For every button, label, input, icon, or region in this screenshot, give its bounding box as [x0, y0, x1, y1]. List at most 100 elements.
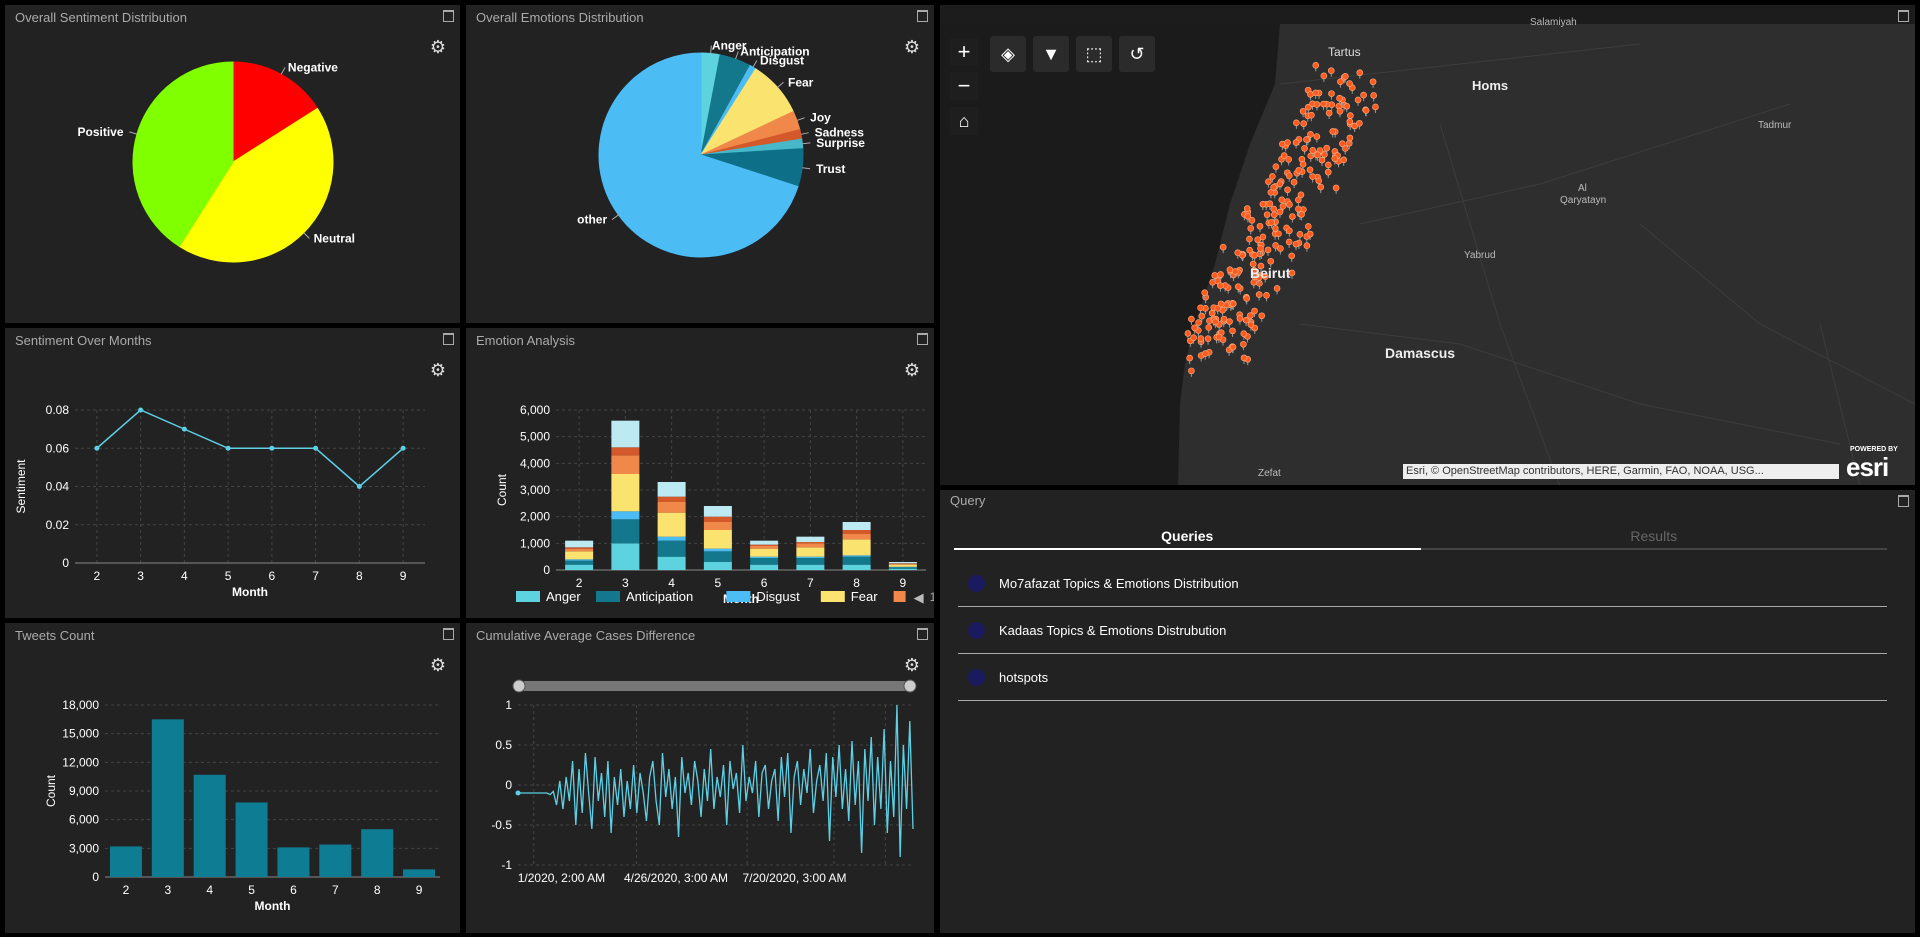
legend-label: Fear [851, 589, 878, 604]
hotspot-pin [1340, 156, 1347, 164]
x-tick-label: 8 [374, 883, 381, 897]
bar [277, 847, 310, 877]
hotspot-pin [1309, 173, 1316, 180]
bar-segment [657, 556, 686, 570]
layers-icon[interactable]: ◈ [990, 36, 1026, 72]
hotspot-pin [1372, 103, 1379, 111]
query-item[interactable]: Kadaas Topics & Emotions Distrubution [958, 607, 1887, 654]
select-icon[interactable]: ⬚ [1076, 36, 1112, 72]
home-icon[interactable]: ⌂ [950, 107, 978, 135]
hotspot-pin [1329, 128, 1337, 135]
hotspot-pin [1217, 282, 1224, 289]
query-item[interactable]: hotspots [958, 654, 1887, 701]
hotspot-pin [1248, 217, 1256, 224]
hotspot-pin [1211, 272, 1219, 279]
query-item[interactable]: Mo7afazat Topics & Emotions Distribution [958, 560, 1887, 607]
query-item-label: hotspots [999, 669, 1049, 685]
pie-label: Positive [77, 125, 123, 139]
zoom-in-icon[interactable]: + [950, 38, 978, 66]
cumulative-line-chart: -1 -0.5 0 0.5 1 1/2020, 2:00 AM 4/26/2020, 3:0… [491, 679, 917, 885]
hotspot-pin [1325, 161, 1332, 169]
legend-swatch [726, 591, 751, 602]
x-tick-label: 7 [807, 576, 814, 590]
x-tick-label: 9 [400, 569, 407, 583]
hotspot-pin [1205, 324, 1213, 331]
tab-queries[interactable]: Queries [954, 528, 1421, 550]
bar-segment [750, 548, 779, 557]
hotspot-pin [1257, 245, 1264, 252]
x-tick-label: 2 [94, 569, 101, 583]
maximize-icon[interactable] [1898, 495, 1909, 507]
pie-label-line [611, 214, 619, 221]
bar-segment [565, 540, 594, 548]
maximize-icon[interactable] [1898, 10, 1909, 22]
hotspot-pin [1276, 208, 1284, 216]
sentiment-over-months-panel: Sentiment Over Months ⚙ 0 0.02 0.04 0.06 0.0… [5, 328, 460, 618]
bar-segment [888, 567, 917, 569]
bar-segment [703, 522, 732, 530]
history-icon[interactable]: ↺ [1119, 36, 1155, 72]
hotspot-pin [1190, 334, 1197, 342]
esri-logo: esri [1846, 452, 1889, 482]
hotspot-pin [1214, 305, 1222, 312]
pie-label-line [802, 142, 811, 145]
bar-segment [611, 474, 640, 512]
hotspot-pin [1255, 291, 1263, 298]
hotspot-pin [1254, 236, 1261, 244]
hotspot-pin [1247, 225, 1255, 232]
map-panel[interactable]: Salamiyah Tartus Homs Tadmur Al Qaryatay… [940, 5, 1915, 485]
hotspot-pin [1226, 318, 1233, 325]
bar-segment [565, 548, 594, 552]
hotspot-pin [1328, 90, 1335, 97]
pie-label-line [735, 51, 739, 60]
hotspot-pin [1191, 324, 1198, 332]
filter-icon[interactable]: ▼ [1033, 36, 1069, 72]
hotspot-pin [1346, 134, 1354, 142]
x-tick-label: 7 [332, 883, 339, 897]
bar-segment [611, 420, 640, 448]
bar [235, 802, 268, 877]
bar-segment [842, 556, 871, 565]
hotspot-pin [1259, 200, 1267, 208]
hotspot-pin [1323, 144, 1331, 152]
data-point [400, 445, 406, 451]
hotspot-pin [1273, 285, 1281, 292]
bar-segment [565, 564, 594, 570]
x-axis-label: Month [255, 899, 291, 913]
bar [109, 846, 142, 877]
hotspot-pin [1284, 186, 1291, 194]
map-canvas[interactable] [940, 24, 1915, 485]
city-label: Tadmur [1758, 120, 1792, 131]
query-item-label: Kadaas Topics & Emotions Distrubution [999, 622, 1227, 638]
y-tick-label: 18,000 [62, 698, 99, 712]
hotspot-pin [1327, 67, 1335, 75]
tab-results[interactable]: Results [1420, 528, 1887, 550]
bar-segment [842, 530, 871, 534]
bar-segment [750, 564, 779, 570]
data-point [181, 426, 187, 432]
hotspot-pin [1288, 252, 1296, 260]
x-tick-label: 6 [269, 569, 276, 583]
query-panel: Query Queries Results Mo7afazat Topics &… [940, 490, 1915, 933]
city-label: Zefat [1258, 468, 1281, 479]
bar [151, 719, 184, 877]
bar-segment [565, 560, 594, 565]
y-tick-label: 1,000 [520, 536, 550, 550]
x-tick-label: 3 [164, 883, 171, 897]
y-tick-label: 0 [62, 556, 69, 570]
bar-segment [703, 530, 732, 549]
bar-segment [796, 558, 825, 565]
x-tick-label: 7/20/2020, 3:00 AM [742, 871, 846, 885]
legend-swatch [516, 591, 540, 602]
hotspot-pin [1285, 172, 1293, 180]
x-tick-label: 8 [356, 569, 363, 583]
city-label: Damascus [1385, 345, 1456, 361]
city-label: Yabrud [1464, 250, 1496, 261]
hotspot-pin [1347, 112, 1354, 119]
hotspot-pin [1286, 201, 1293, 208]
hotspot-pin [1292, 139, 1300, 146]
hotspot-pin [1343, 102, 1351, 110]
zoom-out-icon[interactable]: − [950, 72, 978, 100]
hotspot-pin [1270, 184, 1277, 191]
hotspot-pin [1270, 205, 1278, 213]
